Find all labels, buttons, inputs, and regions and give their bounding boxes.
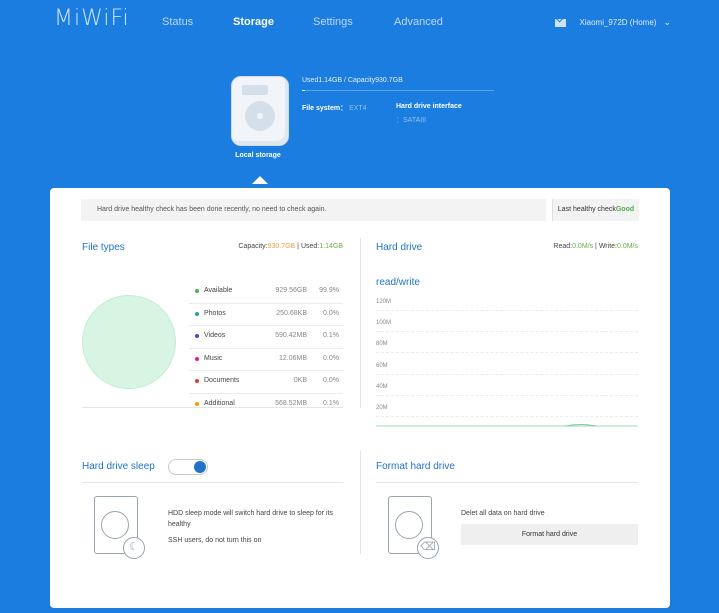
file-types-title: File types: [82, 242, 125, 253]
legend-dot: [195, 401, 199, 406]
interface-label: Hard drive interface: [396, 103, 462, 110]
capacity-meta: Capacity:930.7GB | Used:1.14GB: [238, 243, 343, 250]
health-message: Hard drive healthy check has been done r…: [81, 199, 546, 221]
legend-dot: [195, 356, 199, 361]
legend-dot: [195, 289, 199, 293]
legend-size: 590.42MB: [275, 332, 307, 339]
format-divider: [376, 482, 638, 483]
legend-pct: 0.0%: [323, 377, 339, 384]
legend-pct: 99.9%: [319, 287, 339, 294]
vertical-divider: [360, 238, 361, 408]
write-label: Write:: [598, 243, 617, 250]
format-title: Format hard drive: [376, 461, 455, 472]
selection-pointer: [252, 176, 268, 184]
legend-name: Photos: [204, 309, 226, 317]
read-label: Read:: [553, 243, 573, 250]
toggle-knob: [194, 461, 206, 473]
sleep-description: HDD sleep mode will switch hard drive to…: [168, 510, 333, 528]
storage-summary: Local storage Used1.14GB / Capacity930.7…: [0, 60, 719, 188]
legend-pct: 0.0%: [323, 354, 339, 362]
axis-label-120m: 120M: [376, 299, 638, 311]
account-name: Xiaomi_972D (Home): [579, 18, 657, 27]
legend-row-additional: Additional 568.52MB 0.1%: [189, 394, 343, 416]
legend-name: Documents: [204, 377, 240, 384]
legend-size: 250.68KB: [276, 309, 307, 317]
legend-row-music: Music 12.06MB 0.0%: [189, 349, 343, 371]
legend-pct: 0.0%: [323, 309, 339, 317]
legend-row-videos: Videos 590.42MB 0.1%: [189, 326, 343, 349]
usage-bar: [302, 90, 494, 91]
capacity-label: Capacity:: [238, 243, 268, 250]
legend-dot: [195, 379, 199, 383]
interface-info: ：SATAIII: [396, 115, 426, 125]
file-types-legend: Available 929.56GB 99.9% Photos 250.68KB…: [189, 281, 343, 415]
read-write-chart-title: read/write: [376, 277, 420, 288]
format-description: Delet all data on hard drive: [461, 510, 545, 517]
legend-size: 0KB: [293, 377, 307, 384]
health-status: Last healthy checkGood: [552, 199, 639, 221]
legend-name: Videos: [204, 332, 226, 339]
hard-drive-title: Hard drive: [376, 242, 423, 253]
legend-dot: [195, 334, 199, 338]
ssh-warning: SSH users, do not turn this on: [168, 537, 262, 544]
legend-dot: [195, 311, 199, 316]
usage-bar-fill: [302, 90, 305, 91]
nav-settings[interactable]: Settings: [313, 16, 353, 28]
capacity-value: 930.7GB: [267, 243, 296, 250]
used-value: 1.14GB: [319, 243, 343, 250]
format-button[interactable]: Format hard drive: [461, 524, 638, 545]
nav-status[interactable]: Status: [162, 16, 193, 28]
file-types-pie-chart: [82, 295, 176, 389]
axis-label-40m: 40M: [376, 384, 638, 396]
nav-advanced[interactable]: Advanced: [394, 16, 443, 28]
legend-size: 12.06MB: [278, 354, 307, 362]
axis-label-80m: 80M: [376, 341, 638, 353]
hdd-sleep-icon: ☾: [94, 496, 145, 559]
legend-name: Music: [204, 354, 223, 362]
legend-name: Additional: [204, 399, 235, 407]
hard-drive-icon: [231, 76, 289, 146]
write-value: 0.0M/s: [616, 243, 638, 250]
chevron-down-icon: ⌄: [663, 17, 671, 27]
used-label: Used:: [300, 243, 320, 250]
legend-size: 568.52MB: [275, 399, 307, 407]
sleep-toggle[interactable]: [168, 459, 208, 475]
mail-icon[interactable]: [554, 18, 566, 27]
legend-row-available: Available 929.56GB 99.9%: [189, 281, 343, 304]
sleep-title: Hard drive sleep: [82, 461, 155, 472]
axis-label-60m: 60M: [376, 363, 638, 375]
usage-text: Used1.14GB / Capacity930.7GB: [302, 77, 403, 84]
nav-storage[interactable]: Storage: [233, 16, 274, 28]
read-write-line-chart: [376, 424, 638, 427]
disk-caption: Local storage: [235, 152, 281, 159]
axis-label-100m: 100M: [376, 320, 638, 332]
health-status-label: Last healthy check: [557, 206, 616, 213]
legend-pct: 0.1%: [323, 332, 339, 339]
read-write-meta: Read:0.0M/s | Write:0.0M/s: [553, 243, 638, 250]
legend-pct: 0.1%: [323, 399, 339, 407]
logo: MiWiFi: [54, 6, 130, 31]
top-bar: MiWiFi Status Storage Settings Advanced …: [0, 0, 719, 60]
legend-row-documents: Documents 0KB 0.0%: [189, 371, 343, 394]
account-menu[interactable]: Xiaomi_972D (Home) ⌄: [554, 17, 671, 28]
health-status-value: Good: [615, 206, 635, 213]
storage-panel: Hard drive healthy check has been done r…: [50, 188, 670, 608]
legend-name: Available: [204, 287, 233, 294]
hdd-format-icon: ⌫: [388, 496, 439, 559]
interface-value: ：SATAIII: [396, 117, 427, 124]
eraser-icon: ⌫: [417, 537, 439, 559]
file-system-label: File system：: [302, 105, 348, 112]
legend-row-photos: Photos 250.68KB 0.0%: [189, 304, 343, 326]
vertical-divider-bottom: [360, 450, 361, 554]
file-system-value: EXT4: [349, 105, 367, 112]
read-value: 0.0M/s: [572, 243, 594, 250]
moon-icon: ☾: [123, 537, 145, 559]
sleep-divider: [82, 482, 343, 483]
axis-label-20m: 20M: [376, 405, 638, 417]
file-system-info: File system： EXT4: [302, 103, 367, 113]
legend-size: 929.56GB: [275, 287, 307, 294]
